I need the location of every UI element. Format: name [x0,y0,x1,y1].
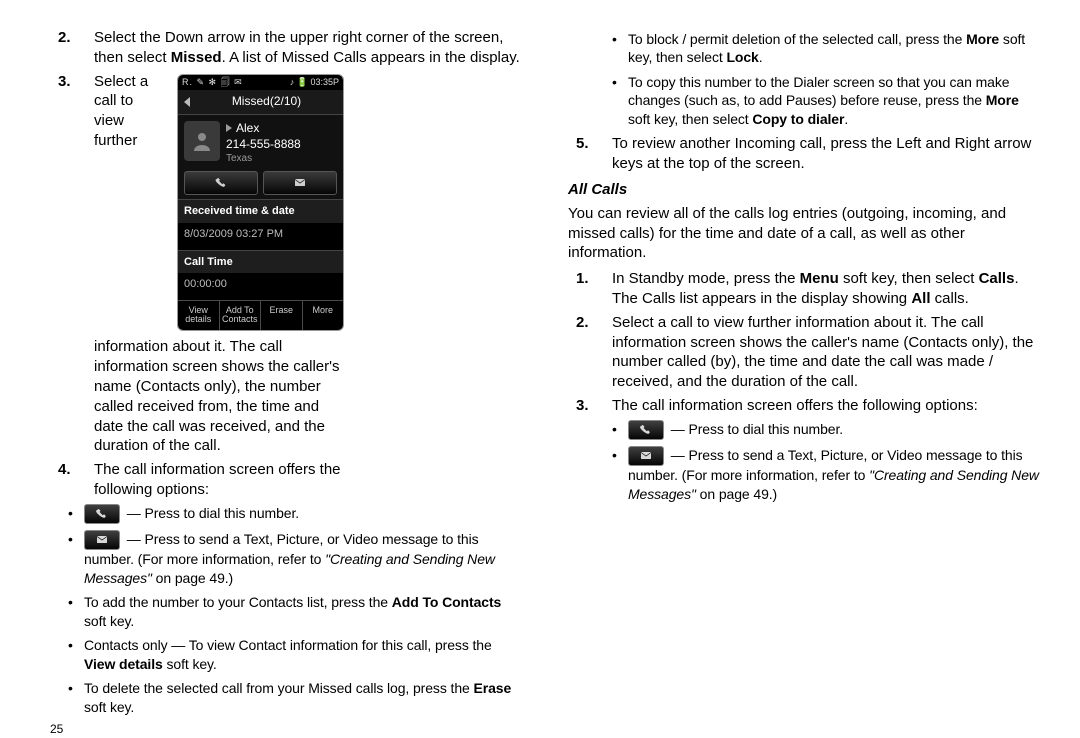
phone-title-bar: Missed(2/10) [178,90,343,115]
calltime-header: Call Time [178,250,343,274]
caller-region: Texas [226,152,337,165]
manual-page: 2. Select the Down arrow in the upper ri… [0,0,1080,720]
softkey-more[interactable]: More [302,301,344,331]
step-2: 2. Select the Down arrow in the upper ri… [50,28,522,68]
softkey-view-details[interactable]: View details [178,301,219,331]
allcalls-bullet-msg: — Press to send a Text, Picture, or Vide… [628,446,1040,503]
caller-number: 214-555-8888 [226,137,337,153]
envelope-icon [628,446,664,466]
phone-screenshot: R. ✎ ✻ 🗐 ✉ ♪ 🔋 03:35P Missed(2/10) [177,74,344,332]
incoming-arrow-icon [226,124,232,132]
bullet-add-contacts: To add the number to your Contacts list,… [84,593,522,630]
bullet-dial: — Press to dial this number. [84,504,522,524]
received-value: 8/03/2009 03:27 PM [178,223,343,250]
step4-text: The call information screen offers the f… [94,460,344,500]
softkey-erase[interactable]: Erase [260,301,302,331]
step-3: 3. R. ✎ ✻ 🗐 ✉ ♪ 🔋 03:35P Missed(2/10) [50,72,522,457]
signal-text: R. [182,77,193,87]
allcalls-bullet-dial: — Press to dial this number. [628,420,1040,440]
calltime-value: 00:00:00 [178,273,343,300]
all-calls-heading: All Calls [568,180,1040,200]
phone-status-bar: R. ✎ ✻ 🗐 ✉ ♪ 🔋 03:35P [178,75,343,91]
received-header: Received time & date [178,199,343,223]
dial-icon [628,420,664,440]
allcalls-step-2: 2. Select a call to view further informa… [568,313,1040,392]
bullet-send-msg: — Press to send a Text, Picture, or Vide… [84,530,522,587]
bullet-lock: To block / permit deletion of the select… [628,30,1040,67]
page-number: 25 [50,722,522,738]
phone-title-text: Missed(2/10) [196,94,337,110]
message-button[interactable] [263,171,337,195]
step-5: 5. To review another Incoming call, pres… [568,134,1040,174]
left-column: 2. Select the Down arrow in the upper ri… [50,28,522,702]
step2-bold: Missed [171,49,222,66]
calltime-section: Call Time 00:00:00 [178,250,343,300]
call-button[interactable] [184,171,258,195]
softkey-add-contacts[interactable]: Add To Contacts [219,301,261,331]
allcalls-step-1: 1. In Standby mode, press the Menu soft … [568,269,1040,309]
step2-text-c: . A list of Missed Calls appears in the … [222,49,520,66]
bullet-view-details: Contacts only — To view Contact informat… [84,636,522,673]
caller-name: Alex [236,121,259,135]
dial-icon [84,504,120,524]
caller-card: Alex 214-555-8888 Texas [178,115,343,199]
envelope-icon [84,530,120,550]
right-column: To block / permit deletion of the select… [568,28,1040,702]
avatar [184,121,220,161]
left-arrow-icon[interactable] [184,97,190,107]
bullet-copy-dialer: To copy this number to the Dialer screen… [628,73,1040,128]
received-section: Received time & date 8/03/2009 03:27 PM [178,199,343,249]
softkey-bar: View details Add To Contacts Erase More [178,300,343,331]
bullet-erase: To delete the selected call from your Mi… [84,679,522,716]
step-4: 4. The call information screen offers th… [50,460,522,500]
allcalls-step-3: 3. The call information screen offers th… [568,396,1040,416]
all-calls-intro: You can review all of the calls log entr… [568,204,1040,263]
clock-text: 03:35P [310,77,339,87]
